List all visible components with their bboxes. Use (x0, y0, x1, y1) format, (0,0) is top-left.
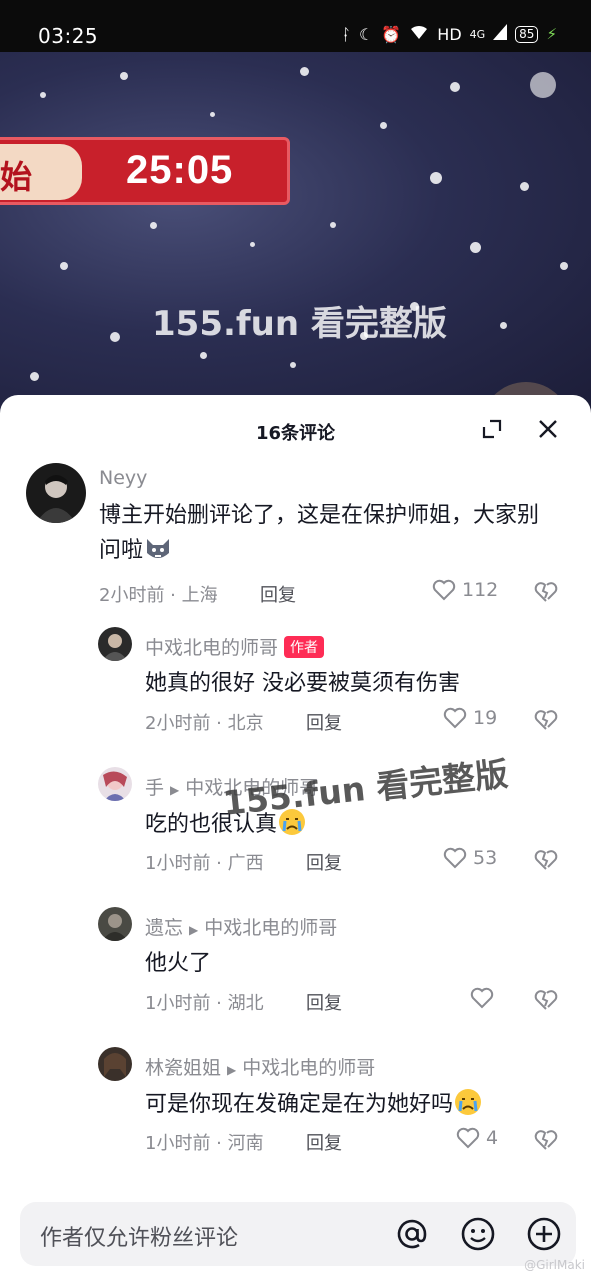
comment-text: 可是你现在发确定是在为她好吗 (145, 1087, 483, 1122)
banner-left-text: 始 (0, 158, 33, 196)
like-count: 112 (462, 579, 499, 601)
mention-icon[interactable] (394, 1216, 430, 1252)
heart-icon (443, 707, 467, 729)
video-player[interactable]: 始 25:05 155.fun 看完整版 (0, 52, 591, 412)
broken-heart-icon[interactable] (534, 988, 558, 1012)
wifi-icon (409, 24, 429, 44)
heart-icon (432, 579, 456, 601)
broken-heart-icon[interactable] (534, 580, 558, 604)
reply-arrow-icon: ▶ (227, 1063, 237, 1077)
reply-button[interactable]: 回复 (306, 849, 342, 875)
network-label: HD (437, 24, 462, 44)
broken-heart-icon[interactable] (534, 1128, 558, 1152)
avatar[interactable] (26, 463, 86, 523)
comment-meta: 2小时前 · 上海 (99, 585, 218, 606)
like-button[interactable]: 19 (443, 707, 497, 729)
battery-level: 85 (515, 25, 539, 43)
status-bar: 03:25 ᛛ ☾ ⏰ HD 4G 85 ⚡ (0, 0, 591, 52)
comment-text: 他火了 (145, 951, 212, 976)
like-button[interactable] (470, 987, 500, 1009)
avatar[interactable] (98, 1047, 132, 1081)
heart-icon (443, 847, 467, 869)
like-button[interactable]: 4 (456, 1127, 498, 1149)
broken-heart-icon[interactable] (534, 848, 558, 872)
video-watermark: 155.fun 看完整版 (152, 304, 447, 344)
signal-icon (493, 24, 508, 44)
alarm-icon: ⏰ (381, 24, 402, 44)
like-button[interactable]: 112 (432, 579, 498, 601)
signal-label: 4G (469, 27, 486, 41)
like-count: 4 (486, 1127, 499, 1149)
comment-text: 博主开始删评论了，这是在保护师姐，大家别问啦 (99, 499, 549, 568)
husky-emoji-icon (147, 539, 170, 558)
expand-icon[interactable] (480, 417, 504, 441)
broken-heart-icon[interactable] (534, 708, 558, 732)
like-button[interactable]: 53 (443, 847, 497, 869)
reply-button[interactable]: 回复 (306, 709, 342, 735)
comment-username[interactable]: 中戏北电的师哥 作者 (145, 633, 325, 660)
reply-arrow-icon: ▶ (189, 923, 199, 937)
add-icon[interactable] (526, 1216, 562, 1252)
moon-icon: ☾ (359, 24, 374, 44)
status-time: 03:25 (38, 24, 99, 48)
comment-username[interactable]: Neyy (99, 467, 147, 489)
reply-button[interactable]: 回复 (306, 1129, 342, 1155)
author-badge: 作者 (284, 636, 325, 658)
comment-meta: 1小时前 · 湖北 (145, 993, 264, 1014)
close-icon[interactable] (536, 417, 560, 441)
comment-meta: 2小时前 · 北京 (145, 713, 264, 734)
status-icons: ᛛ ☾ ⏰ HD 4G 85 ⚡ (341, 24, 557, 44)
heart-icon (456, 1127, 480, 1149)
like-count: 53 (473, 847, 498, 869)
comment-input[interactable]: 作者仅允许粉丝评论 (20, 1202, 576, 1266)
comment-sheet: 16条评论 Neyy 博主开始删评论了，这是在保护师姐，大家别问啦 2小时前 ·… (0, 395, 591, 1280)
avatar[interactable] (98, 767, 132, 801)
banner-time: 25:05 (126, 148, 234, 192)
comment-meta: 1小时前 · 河南 (145, 1133, 264, 1154)
comment-text-content: 可是你现在发确定是在为她好吗 (145, 1092, 454, 1117)
emoji-icon[interactable] (460, 1216, 496, 1252)
avatar[interactable] (98, 907, 132, 941)
comment-text: 她真的很好 没必要被莫须有伤害 (145, 671, 460, 696)
comment-username[interactable]: 遗忘 ▶ 中戏北电的师哥 (145, 913, 337, 940)
comment-input-placeholder: 作者仅允许粉丝评论 (40, 1226, 239, 1251)
reply-button[interactable]: 回复 (306, 989, 342, 1015)
reply-arrow-icon: ▶ (170, 783, 180, 797)
like-count: 19 (473, 707, 498, 729)
avatar[interactable] (98, 627, 132, 661)
bluetooth-icon: ᛛ (341, 24, 352, 44)
corner-watermark: @GirlMaki (524, 1258, 585, 1272)
heart-icon (470, 987, 494, 1009)
reply-button[interactable]: 回复 (260, 581, 296, 607)
comment-username[interactable]: 林瓷姐姐 ▶ 中戏北电的师哥 (145, 1053, 375, 1080)
comment-meta: 1小时前 · 广西 (145, 853, 264, 874)
crying-emoji-icon (455, 1089, 482, 1115)
charging-icon: ⚡ (546, 25, 557, 43)
